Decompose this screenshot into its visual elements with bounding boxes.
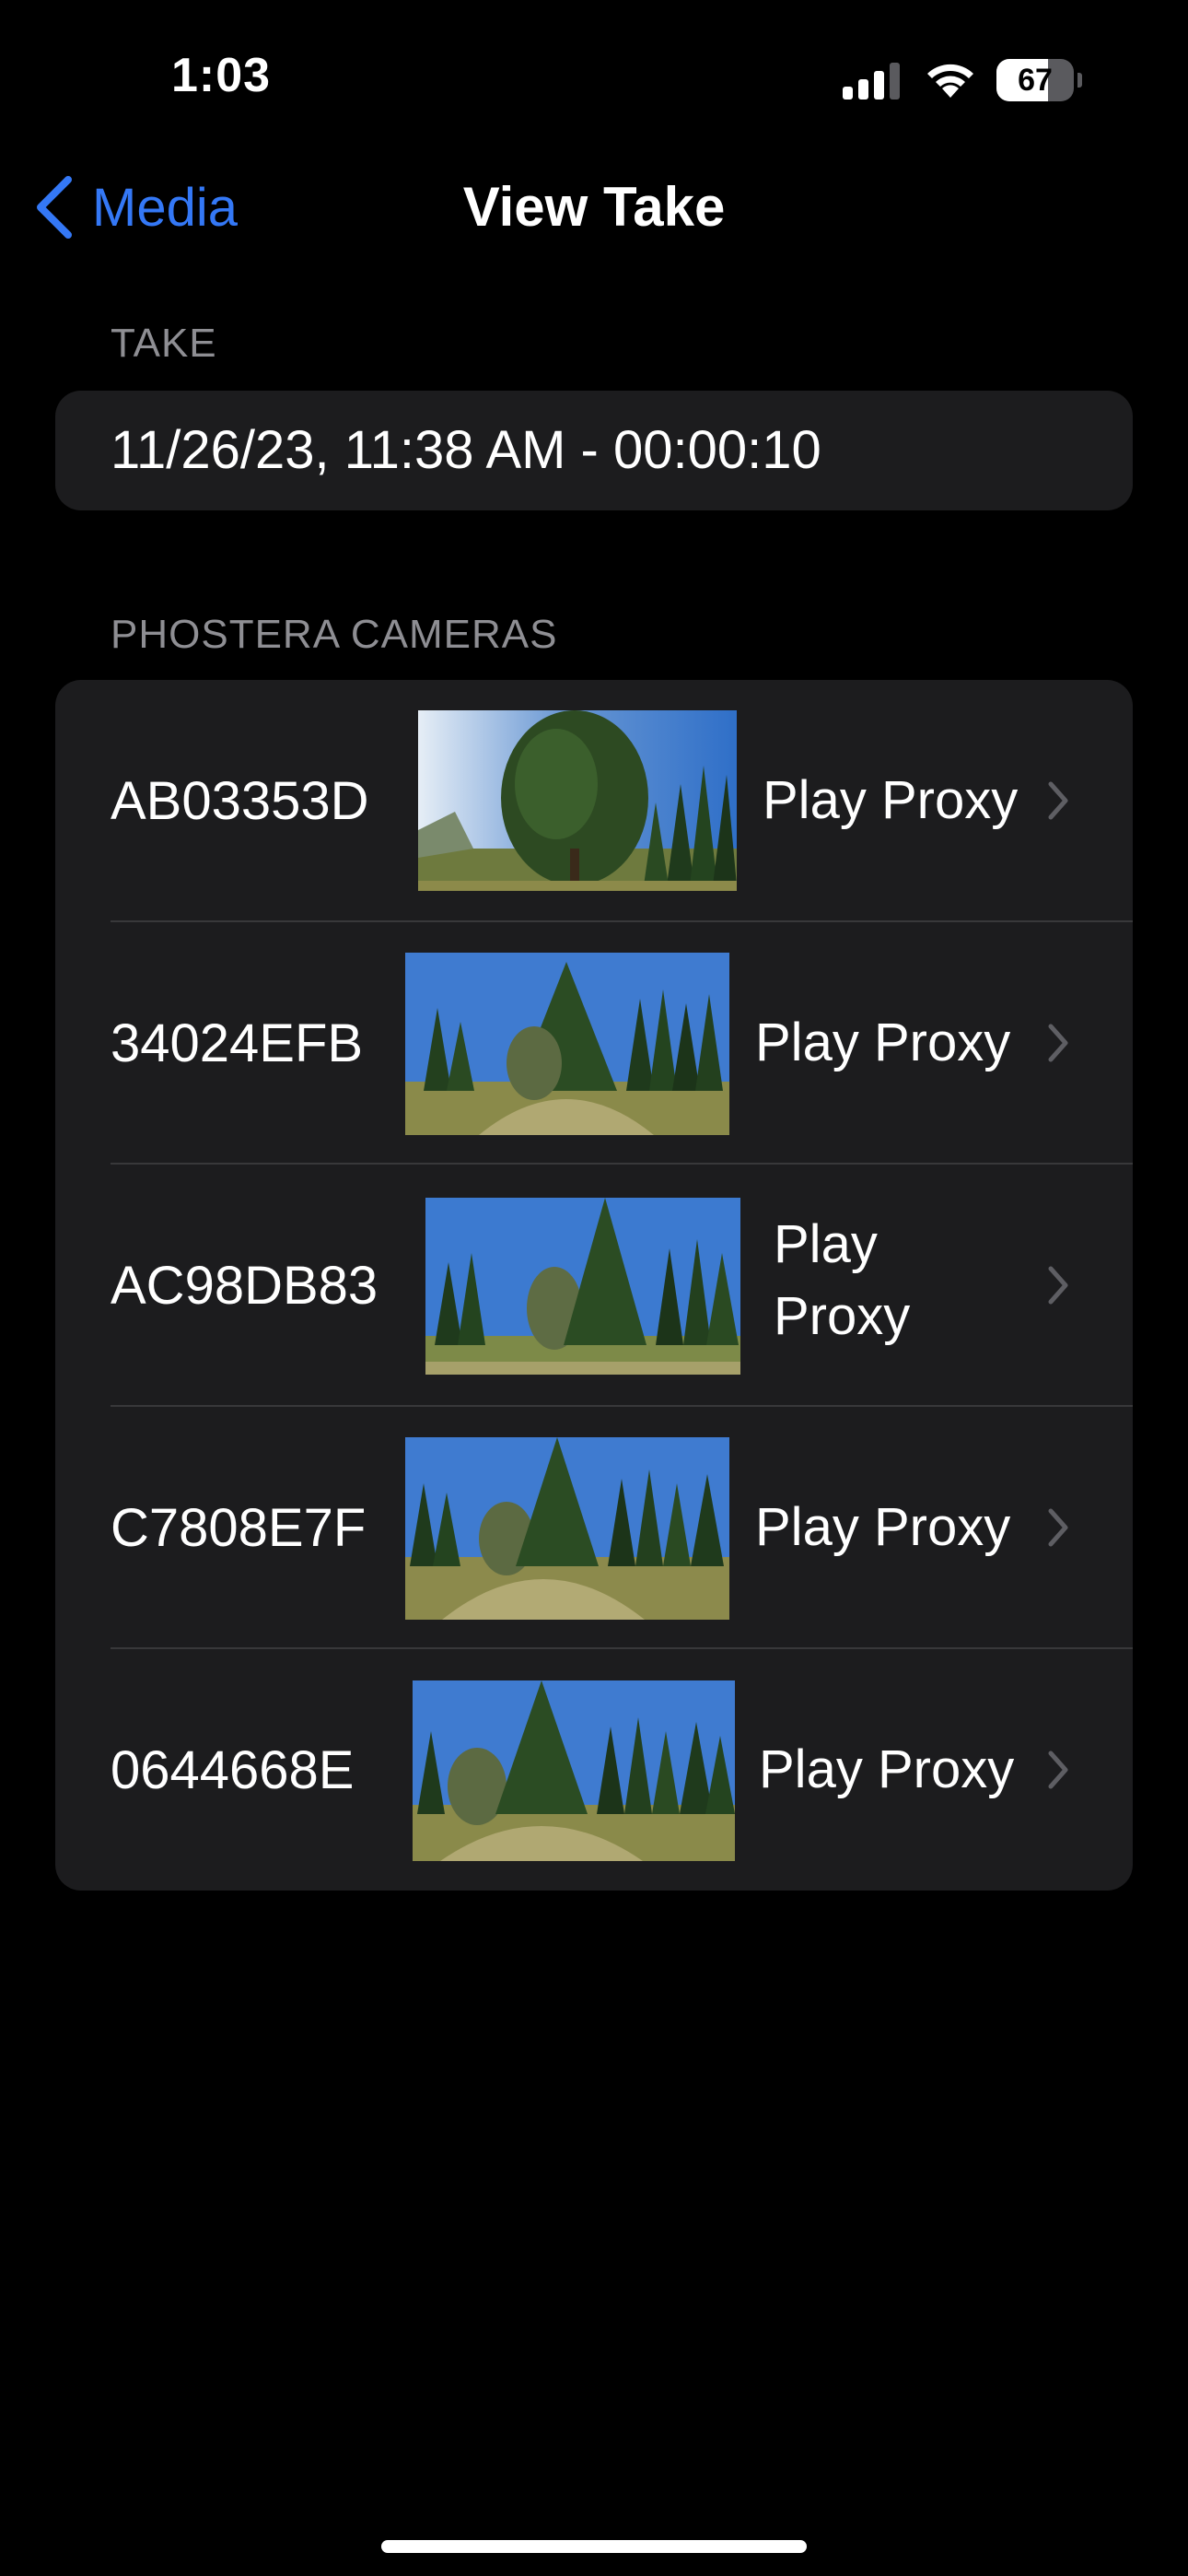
status-time: 1:03: [171, 49, 272, 102]
camera-row[interactable]: C7808E7F Play Proxy: [55, 1407, 1133, 1649]
cellular-signal-icon: [843, 63, 900, 100]
play-proxy-label: Play Proxy: [759, 1739, 1015, 1799]
camera-id: AC98DB83: [111, 1256, 379, 1316]
cameras-section-header: PHOSTERA CAMERAS: [111, 612, 558, 657]
chevron-left-icon: [37, 176, 72, 239]
battery-nub: [1077, 73, 1082, 88]
camera-id: AB03353D: [111, 771, 369, 831]
battery-body: 67: [996, 59, 1074, 101]
camera-row[interactable]: AB03353D Play Proxy: [55, 680, 1133, 922]
proxy-thumbnail: [413, 1680, 735, 1861]
back-button-label: Media: [92, 177, 238, 238]
camera-row[interactable]: 0644668E Play Proxy: [55, 1649, 1133, 1891]
chevron-right-icon: [1048, 1266, 1068, 1305]
chevron-right-icon: [1048, 1508, 1068, 1547]
chevron-right-icon: [1048, 1751, 1068, 1789]
camera-row[interactable]: AC98DB83 Play Proxy: [55, 1165, 1133, 1407]
wifi-icon: [927, 64, 973, 98]
cameras-card: AB03353D Play Proxy 34024EFB Play Proxy …: [55, 680, 1133, 1891]
proxy-thumbnail: [405, 1437, 729, 1620]
take-value: 11/26/23, 11:38 AM - 00:00:10: [111, 420, 821, 480]
play-proxy-label: Play Proxy: [774, 1214, 911, 1346]
take-card: 11/26/23, 11:38 AM - 00:00:10: [55, 391, 1133, 510]
proxy-thumbnail: [418, 710, 737, 891]
camera-id: 0644668E: [111, 1740, 355, 1800]
camera-id: C7808E7F: [111, 1498, 367, 1558]
chevron-right-icon: [1048, 781, 1068, 820]
take-section-header: TAKE: [111, 321, 217, 366]
back-button[interactable]: Media: [33, 171, 238, 243]
home-indicator[interactable]: [381, 2540, 807, 2553]
chevron-right-icon: [1048, 1024, 1068, 1062]
play-proxy-label: Play Proxy: [763, 770, 1019, 830]
battery-percent: 67: [1018, 63, 1053, 98]
battery-icon: 67: [996, 59, 1082, 101]
proxy-thumbnail: [425, 1198, 740, 1375]
status-bar: 1:03 67: [0, 0, 1188, 157]
camera-id: 34024EFB: [111, 1013, 364, 1073]
camera-row[interactable]: 34024EFB Play Proxy: [55, 922, 1133, 1165]
play-proxy-label: Play Proxy: [755, 1013, 1011, 1072]
proxy-thumbnail: [405, 953, 729, 1135]
play-proxy-label: Play Proxy: [755, 1497, 1011, 1557]
